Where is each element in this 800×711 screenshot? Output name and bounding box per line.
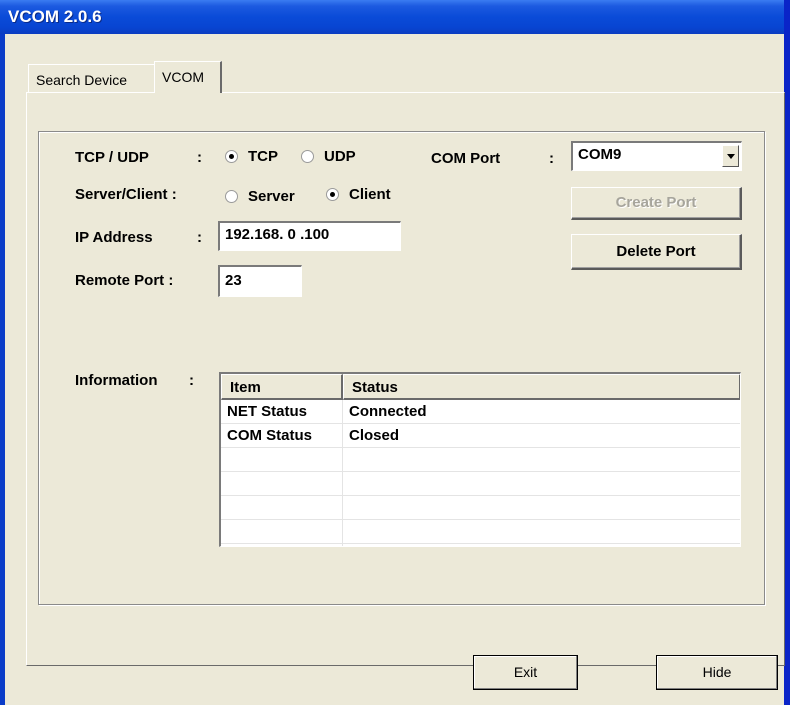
table-row-empty	[221, 520, 740, 544]
table-cell-status: Closed	[349, 427, 400, 444]
radio-client-label: Client	[349, 186, 391, 203]
ip-address-label: IP Address	[75, 229, 153, 246]
radio-udp-label: UDP	[324, 148, 356, 165]
remote-port-label: Remote Port :	[75, 272, 174, 289]
com-port-select[interactable]: COM9	[571, 141, 742, 171]
delete-port-button[interactable]: Delete Port	[571, 234, 742, 270]
table-row-empty	[221, 448, 740, 472]
table-row-empty	[221, 496, 740, 520]
information-label: Information	[75, 372, 158, 389]
tab-vcom[interactable]: VCOM	[154, 61, 222, 93]
table-cell-item: NET Status	[227, 403, 308, 420]
radio-tcp-label: TCP	[248, 148, 278, 165]
table-cell-item: COM Status	[227, 427, 313, 444]
radio-server-indicator	[225, 190, 238, 203]
table-row[interactable]: COM Status Closed	[221, 424, 740, 448]
hide-button[interactable]: Hide	[656, 655, 778, 690]
table-cell-status: Connected	[349, 403, 427, 420]
app-window: VCOM 2.0.6 Search Device VCOM TCP / UDP …	[0, 0, 790, 705]
radio-tcp[interactable]: TCP	[225, 148, 278, 165]
window-title: VCOM 2.0.6	[8, 7, 102, 26]
radio-server-label: Server	[248, 188, 295, 205]
information-colon: :	[189, 372, 194, 389]
tab-search-device[interactable]: Search Device	[28, 64, 155, 92]
radio-udp[interactable]: UDP	[301, 148, 356, 165]
radio-client[interactable]: Client	[326, 186, 391, 203]
ip-address-input[interactable]: 192.168. 0 .100	[218, 221, 401, 251]
radio-tcp-indicator	[225, 150, 238, 163]
column-header-item[interactable]: Item	[221, 374, 343, 400]
table-row-empty	[221, 472, 740, 496]
com-port-colon: :	[549, 150, 554, 167]
radio-client-indicator	[326, 188, 339, 201]
column-header-status[interactable]: Status	[343, 374, 740, 400]
information-list[interactable]: Item Status NET Status Connected COM Sta…	[219, 372, 741, 547]
mode-label: Server/Client :	[75, 186, 177, 203]
table-row[interactable]: NET Status Connected	[221, 400, 740, 424]
create-port-button[interactable]: Create Port	[571, 187, 742, 220]
title-bar[interactable]: VCOM 2.0.6	[0, 0, 784, 34]
com-port-value: COM9	[578, 146, 622, 163]
protocol-label: TCP / UDP	[75, 149, 149, 166]
client-area: Search Device VCOM TCP / UDP : TCP UDP C…	[5, 34, 785, 705]
radio-server[interactable]: Server	[225, 188, 295, 205]
protocol-colon: :	[197, 149, 202, 166]
exit-button[interactable]: Exit	[473, 655, 578, 690]
remote-port-input[interactable]: 23	[218, 265, 302, 297]
com-port-label: COM Port	[431, 150, 501, 167]
chevron-down-icon[interactable]	[722, 145, 739, 167]
radio-udp-indicator	[301, 150, 314, 163]
ip-address-colon: :	[197, 229, 202, 246]
